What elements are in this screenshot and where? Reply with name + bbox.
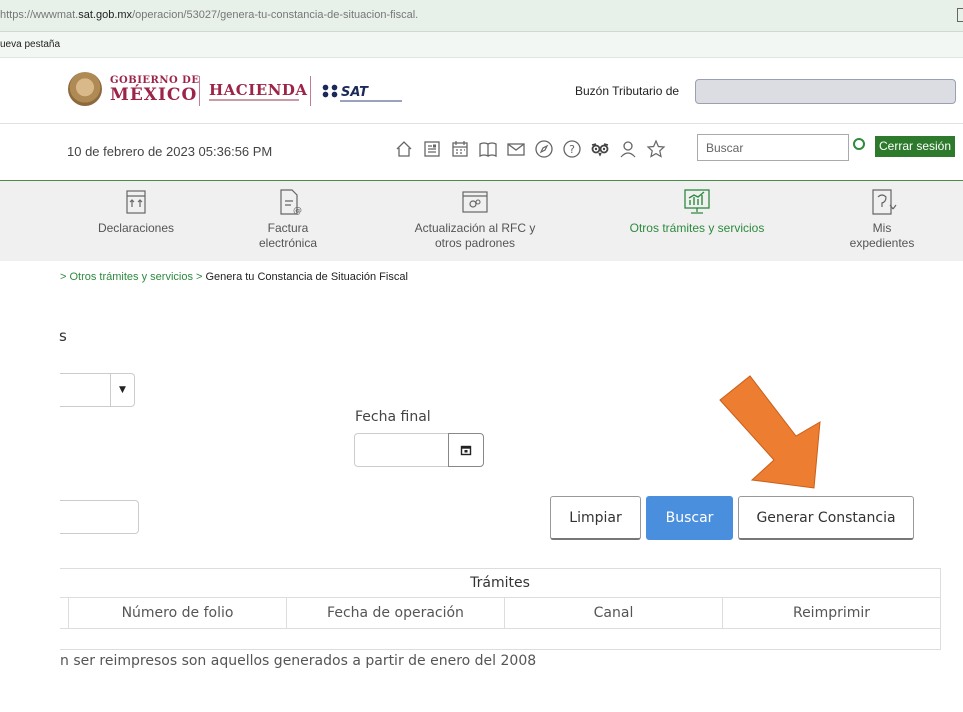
user-icon[interactable] <box>617 138 639 160</box>
nav-label: Mis expedientes <box>849 221 915 250</box>
home-icon[interactable] <box>393 138 415 160</box>
calendar-small-icon <box>460 445 472 456</box>
sat-subtitle-line <box>340 100 402 102</box>
breadcrumb: > Otros trámites y servicios > Genera tu… <box>60 271 408 283</box>
table-header-cell <box>60 598 69 629</box>
chevron-down-icon[interactable]: ▼ <box>110 374 134 406</box>
sat-dots-icon <box>321 84 339 98</box>
type-select[interactable]: ▼ <box>60 373 135 407</box>
nav-label: Declaraciones <box>97 221 175 235</box>
gobierno-mexico-logo[interactable]: GOBIERNO DE MÉXICO <box>110 76 199 104</box>
gobierno-line2: MÉXICO <box>110 85 198 105</box>
table-header-cell: Número de folio <box>69 598 287 629</box>
table-header-cell: Canal <box>505 598 723 629</box>
sat-logo-text: SAT <box>341 85 369 100</box>
rfc-settings-icon <box>462 191 488 213</box>
fecha-final-input[interactable] <box>354 433 449 467</box>
services-chart-icon <box>684 189 710 214</box>
logo-divider <box>199 76 200 106</box>
nav-item-expedientes[interactable]: Mis expedientes <box>842 187 922 251</box>
breadcrumb-current: Genera tu Constancia de Situación Fiscal <box>202 271 408 283</box>
svg-text:@: @ <box>293 206 302 216</box>
fecha-final-label: Fecha final <box>355 409 431 425</box>
nav-item-otros-tramites[interactable]: Otros trámites y servicios <box>622 187 772 236</box>
folio-input[interactable] <box>60 500 139 534</box>
star-icon[interactable] <box>645 138 667 160</box>
hacienda-subtitle-line <box>209 99 299 101</box>
calendar-picker-button[interactable] <box>448 433 484 467</box>
nav-label: Factura electrónica <box>258 221 318 250</box>
browser-url-bar[interactable]: https://wwwmat.sat.gob.mx/operacion/5302… <box>0 0 963 32</box>
tramites-table: Trámites Número de folio Fecha de operac… <box>60 568 941 650</box>
logo-divider <box>310 76 311 106</box>
search-input[interactable] <box>697 134 849 161</box>
declarations-icon <box>126 190 146 214</box>
owl-icon[interactable] <box>589 138 611 160</box>
search-icon[interactable] <box>853 138 865 150</box>
records-icon <box>872 189 897 215</box>
table-title: Trámites <box>60 569 940 598</box>
url-path: /operacion/53027/genera-tu-constancia-de… <box>132 9 419 21</box>
buzon-user-field <box>695 79 956 104</box>
hacienda-logo[interactable]: HACIENDA <box>209 81 308 99</box>
table-header-cell: Fecha de operación <box>287 598 505 629</box>
url-prefix: https://wwwmat. <box>0 9 79 21</box>
main-nav: Declaraciones @ Factura electrónica Actu… <box>0 181 963 261</box>
mexico-seal-icon <box>68 72 102 106</box>
footnote-text: n ser reimpresos son aquellos generados … <box>60 653 537 669</box>
help-icon[interactable]: ? <box>561 138 583 160</box>
window-edge-icon <box>957 8 963 22</box>
compass-icon[interactable] <box>533 138 555 160</box>
bookmarks-bar: ueva pestaña <box>0 32 963 58</box>
calendar-icon[interactable] <box>449 138 471 160</box>
annotation-arrow-icon <box>719 375 821 489</box>
news-icon[interactable] <box>421 138 443 160</box>
buzon-label: Buzón Tributario de <box>575 84 680 98</box>
nav-label: Otros trámites y servicios <box>629 221 765 235</box>
url-text[interactable]: https://wwwmat.sat.gob.mx/operacion/5302… <box>0 9 418 21</box>
bookmark-new-tab[interactable]: ueva pestaña <box>0 39 60 50</box>
current-datetime: 10 de febrero de 2023 05:36:56 PM <box>67 144 273 159</box>
nav-item-factura[interactable]: @ Factura electrónica <box>248 187 328 251</box>
buscar-button[interactable]: Buscar <box>646 496 733 540</box>
tools-row: 10 de febrero de 2023 05:36:56 PM ? Cerr… <box>0 124 963 181</box>
logout-button[interactable]: Cerrar sesión <box>875 136 956 157</box>
tool-icons: ? <box>393 138 667 160</box>
table-header-row: Número de folio Fecha de operación Canal… <box>60 598 940 629</box>
nav-item-declaraciones[interactable]: Declaraciones <box>96 187 176 236</box>
mail-icon[interactable] <box>505 138 527 160</box>
sat-logo[interactable]: SAT <box>321 84 368 100</box>
invoice-icon: @ <box>280 189 302 216</box>
table-header-cell: Reimprimir <box>792 605 871 621</box>
limpiar-button[interactable]: Limpiar <box>550 496 641 540</box>
gov-header: GOBIERNO DE MÉXICO HACIENDA SAT Buzón Tr… <box>0 58 963 124</box>
url-domain: sat.gob.mx <box>78 9 133 21</box>
section-title-fragment: s <box>59 327 67 345</box>
nav-label: Actualización al RFC y otros padrones <box>414 221 536 250</box>
generar-constancia-button[interactable]: Generar Constancia <box>738 496 914 540</box>
nav-item-rfc[interactable]: Actualización al RFC y otros padrones <box>410 187 540 251</box>
book-icon[interactable] <box>477 138 499 160</box>
breadcrumb-link[interactable]: > Otros trámites y servicios > <box>60 271 202 283</box>
svg-text:?: ? <box>569 143 575 156</box>
